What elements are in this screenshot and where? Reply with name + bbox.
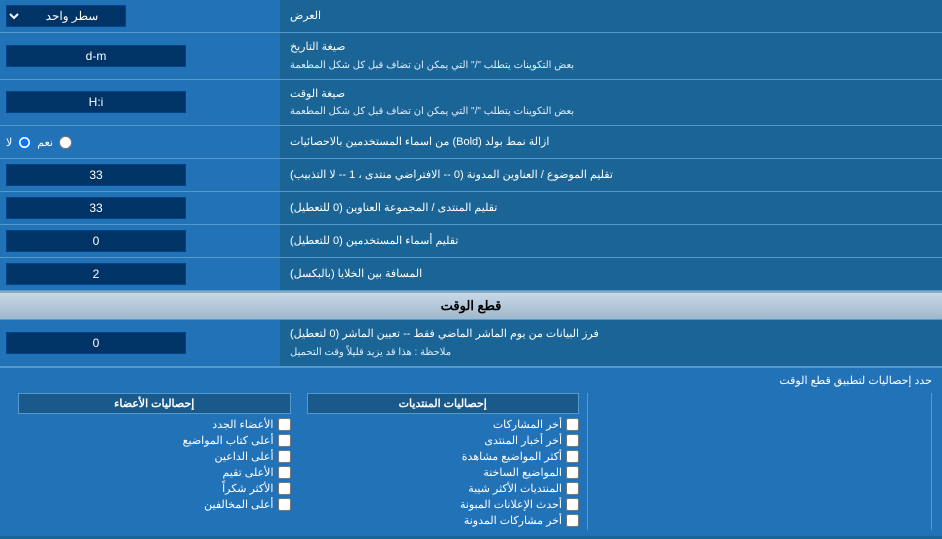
bold-yes-label: نعم <box>37 136 53 149</box>
stats-members-1-checkbox[interactable] <box>278 434 291 447</box>
stats-forums-col: إحصاليات المنتديات أخر المشاركات أخر أخب… <box>299 393 589 530</box>
stats-forums-2-label: أكثر المواضيع مشاهدة <box>462 450 562 463</box>
stats-item-6: أخر مشاركات المدونة <box>307 514 580 527</box>
stats-item-4: المنتديات الأكثر شيبة <box>307 482 580 495</box>
lines-select-wrapper[interactable]: سطر واحد سطرين ثلاثة أسطر <box>6 5 126 27</box>
stats-item-3: المواضيع الساخنة <box>307 466 580 479</box>
topic-trim-input-cell: 33 <box>0 159 280 191</box>
stats-forums-5-checkbox[interactable] <box>566 498 579 511</box>
stats-forums-6-label: أخر مشاركات المدونة <box>464 514 562 527</box>
stats-members-item-4: الأكثر شكراً <box>18 482 291 495</box>
cell-spacing-input-cell: 2 <box>0 258 280 290</box>
stats-forums-4-label: المنتديات الأكثر شيبة <box>468 482 562 495</box>
stats-section: حدد إحصاليات لتطبيق قطع الوقت إحصاليات ا… <box>0 367 942 536</box>
cell-spacing-label: المسافة بين الخلايا (بالبكسل) <box>280 258 942 290</box>
stats-members-item-1: أعلى كتاب المواضيع <box>18 434 291 447</box>
bold-no-label: لا <box>6 136 12 149</box>
bold-no-radio[interactable] <box>18 136 31 149</box>
username-trim-input[interactable]: 0 <box>6 230 186 252</box>
stats-forums-0-label: أخر المشاركات <box>493 418 562 431</box>
stats-columns: إحصاليات المنتديات أخر المشاركات أخر أخب… <box>10 393 932 530</box>
date-format-input-cell: d-m <box>0 33 280 79</box>
stats-members-2-label: أعلى الداعين <box>215 450 274 463</box>
time-format-input-cell: H:i <box>0 80 280 126</box>
stats-item-1: أخر أخبار المنتدى <box>307 434 580 447</box>
stats-forums-0-checkbox[interactable] <box>566 418 579 431</box>
stats-forums-3-checkbox[interactable] <box>566 466 579 479</box>
stats-members-col: إحصاليات الأعضاء الأعضاء الجدد أعلى كتاب… <box>10 393 299 530</box>
stats-members-4-label: الأكثر شكراً <box>222 482 273 495</box>
username-trim-input-cell: 0 <box>0 225 280 257</box>
stats-members-1-label: أعلى كتاب المواضيع <box>183 434 274 447</box>
cut-time-label: فرز البيانات من يوم الماشر الماضي فقط --… <box>280 320 942 366</box>
cell-spacing-input[interactable]: 2 <box>6 263 186 285</box>
stats-members-0-checkbox[interactable] <box>278 418 291 431</box>
stats-item-0: أخر المشاركات <box>307 418 580 431</box>
bold-yes-radio[interactable] <box>59 136 72 149</box>
cell-spacing-title: المسافة بين الخلايا (بالبكسل) <box>290 266 422 283</box>
username-trim-title: تقليم أسماء المستخدمين (0 للتعطيل) <box>290 233 458 250</box>
stats-members-item-0: الأعضاء الجدد <box>18 418 291 431</box>
bold-remove-label: ازالة نمط بولد (Bold) من اسماء المستخدمي… <box>280 126 942 158</box>
cut-time-section-header: قطع الوقت <box>0 291 942 320</box>
stats-forums-3-label: المواضيع الساخنة <box>483 466 562 479</box>
stats-forums-5-label: أحدث الإعلانات المبونة <box>460 498 562 511</box>
bold-radio-group: نعم لا <box>6 136 72 149</box>
stats-item-2: أكثر المواضيع مشاهدة <box>307 450 580 463</box>
stats-members-4-checkbox[interactable] <box>278 482 291 495</box>
stats-members-item-5: أعلى المخالفين <box>18 498 291 511</box>
stats-apply-label: حدد إحصاليات لتطبيق قطع الوقت <box>10 374 932 387</box>
date-format-input[interactable]: d-m <box>6 45 186 67</box>
stats-forums-header: إحصاليات المنتديات <box>307 393 580 414</box>
username-trim-label: تقليم أسماء المستخدمين (0 للتعطيل) <box>280 225 942 257</box>
lines-select[interactable]: سطر واحد سطرين ثلاثة أسطر <box>6 5 126 27</box>
date-format-label: صيغة التاريخ بعض التكوينات يتطلب "/" الت… <box>280 33 942 79</box>
stats-members-5-label: أعلى المخالفين <box>204 498 273 511</box>
time-format-input[interactable]: H:i <box>6 91 186 113</box>
date-format-title: صيغة التاريخ <box>290 39 345 56</box>
topic-trim-title: تقليم الموضوع / العناوين المدونة (0 -- ا… <box>290 167 613 184</box>
display-title-text: العرض <box>290 8 321 25</box>
forum-trim-label: تقليم المنتدى / المجموعة العناوين (0 للت… <box>280 192 942 224</box>
display-input-cell: سطر واحد سطرين ثلاثة أسطر <box>0 0 280 32</box>
stats-members-item-3: الأعلى تقيم <box>18 466 291 479</box>
forum-trim-input[interactable]: 33 <box>6 197 186 219</box>
topic-trim-label: تقليم الموضوع / العناوين المدونة (0 -- ا… <box>280 159 942 191</box>
topic-trim-input[interactable]: 33 <box>6 164 186 186</box>
stats-forums-1-label: أخر أخبار المنتدى <box>484 434 562 447</box>
cut-time-input-cell: 0 <box>0 320 280 366</box>
stats-members-2-checkbox[interactable] <box>278 450 291 463</box>
stats-forums-1-checkbox[interactable] <box>566 434 579 447</box>
stats-empty-col <box>588 393 932 530</box>
date-format-note: بعض التكوينات يتطلب "/" التي يمكن ان تضا… <box>290 58 574 73</box>
cut-time-title: فرز البيانات من يوم الماشر الماضي فقط --… <box>290 326 599 343</box>
forum-trim-input-cell: 33 <box>0 192 280 224</box>
stats-members-3-label: الأعلى تقيم <box>222 466 273 479</box>
cut-time-header-text: قطع الوقت <box>441 298 502 314</box>
forum-trim-title: تقليم المنتدى / المجموعة العناوين (0 للت… <box>290 200 497 217</box>
stats-members-3-checkbox[interactable] <box>278 466 291 479</box>
stats-members-0-label: الأعضاء الجدد <box>212 418 273 431</box>
stats-forums-2-checkbox[interactable] <box>566 450 579 463</box>
stats-item-5: أحدث الإعلانات المبونة <box>307 498 580 511</box>
stats-forums-6-checkbox[interactable] <box>566 514 579 527</box>
cut-time-input[interactable]: 0 <box>6 332 186 354</box>
time-format-title: صيغة الوقت <box>290 86 345 103</box>
stats-members-item-2: أعلى الداعين <box>18 450 291 463</box>
stats-members-5-checkbox[interactable] <box>278 498 291 511</box>
time-format-note: بعض التكوينات يتطلب "/" التي يمكن ان تضا… <box>290 104 574 119</box>
stats-members-header: إحصاليات الأعضاء <box>18 393 291 414</box>
cut-time-note: ملاحظة : هذا قد يزيد قليلاً وقت التحميل <box>290 345 451 360</box>
time-format-label: صيغة الوقت بعض التكوينات يتطلب "/" التي … <box>280 80 942 126</box>
bold-remove-title: ازالة نمط بولد (Bold) من اسماء المستخدمي… <box>290 134 549 151</box>
stats-forums-4-checkbox[interactable] <box>566 482 579 495</box>
stats-header-row: حدد إحصاليات لتطبيق قطع الوقت <box>10 374 932 387</box>
bold-remove-input-cell: نعم لا <box>0 126 280 158</box>
display-label: العرض <box>280 0 942 32</box>
